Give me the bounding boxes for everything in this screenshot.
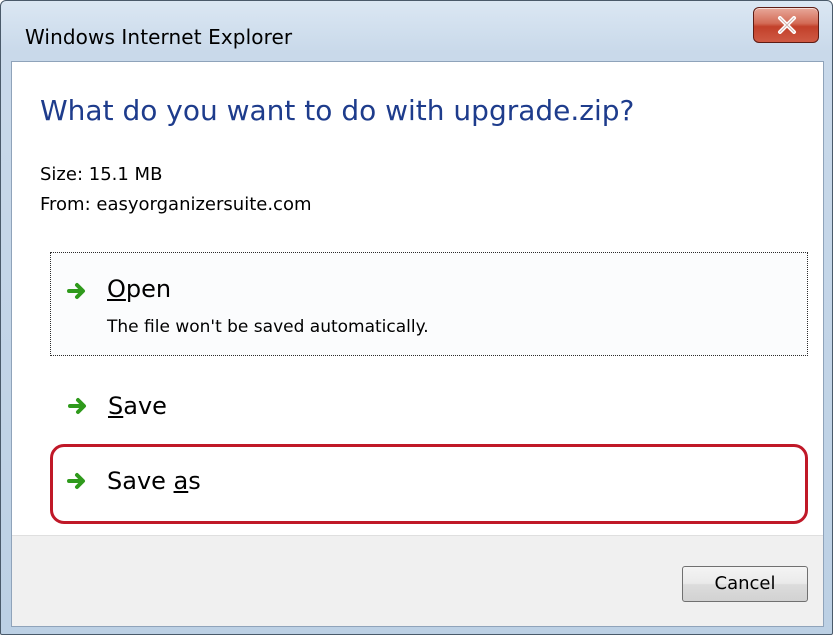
open-option[interactable]: Open The file won't be saved automatical… bbox=[50, 252, 808, 356]
save-option-label: Save bbox=[108, 392, 167, 420]
file-source-text: From: easyorganizersuite.com bbox=[40, 194, 312, 215]
save-as-option-label: Save as bbox=[107, 467, 201, 495]
dialog-footer: Cancel bbox=[12, 535, 823, 626]
cancel-button[interactable]: Cancel bbox=[682, 566, 808, 602]
green-arrow-icon bbox=[68, 398, 86, 414]
download-dialog: Windows Internet Explorer What do you wa… bbox=[0, 0, 833, 635]
close-button[interactable] bbox=[753, 7, 819, 43]
open-option-description: The file won't be saved automatically. bbox=[107, 317, 429, 337]
save-option[interactable]: Save bbox=[50, 380, 808, 440]
close-icon bbox=[778, 16, 796, 34]
save-as-option[interactable]: Save as bbox=[50, 444, 808, 524]
title-bar[interactable]: Windows Internet Explorer bbox=[1, 1, 832, 63]
file-size-text: Size: 15.1 MB bbox=[40, 164, 163, 185]
dialog-content: What do you want to do with upgrade.zip?… bbox=[11, 61, 824, 627]
green-arrow-icon bbox=[67, 283, 85, 299]
open-option-label: Open bbox=[107, 275, 172, 303]
green-arrow-icon bbox=[67, 473, 85, 489]
dialog-question: What do you want to do with upgrade.zip? bbox=[40, 94, 635, 127]
window-title: Windows Internet Explorer bbox=[25, 25, 293, 49]
